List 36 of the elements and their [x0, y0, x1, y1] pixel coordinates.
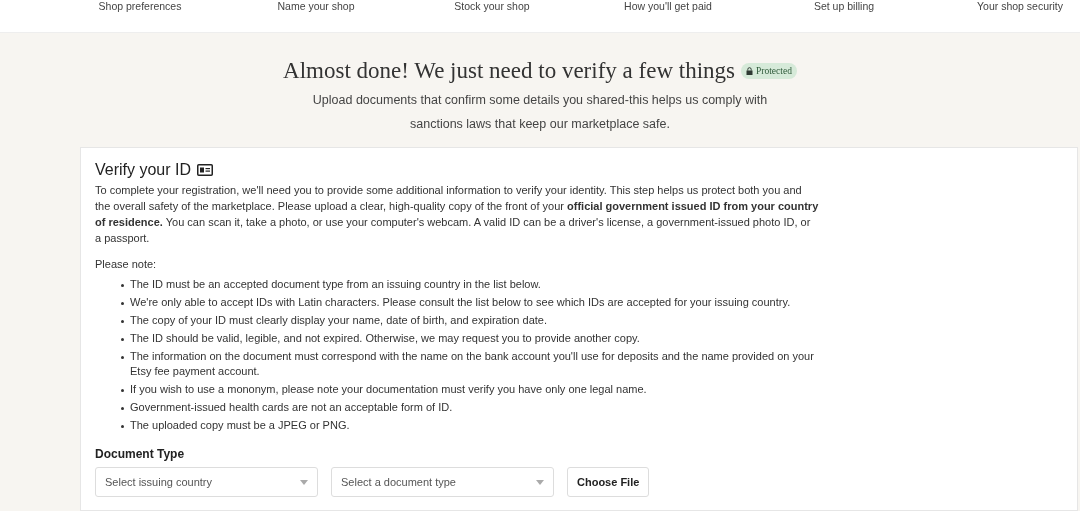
bullet-icon [121, 320, 124, 323]
bullet-icon [121, 302, 124, 305]
caret-icon [300, 479, 308, 485]
step-label: How you'll get paid [624, 0, 712, 14]
note-label: Please note: [95, 257, 158, 272]
choose-file-button[interactable]: Choose File [567, 467, 650, 497]
lock-icon [746, 67, 753, 75]
note-text: The ID should be valid, legible, and not expired. Otherwise, we may request you to provide another copy. [130, 331, 641, 346]
note-text: The uploaded copy must be a JPEG or PNG. [130, 418, 351, 433]
intro-paragraph: To complete your registration, we'll need you to provide some additional information to verify your identity. This step helps us protect both you and the overall safety of the marketplace. Please upload a clear, high-quality copy of the front of your official government issued ID from your country of residence. You can scan it, take a photo, or use your computer's webcam. A valid ID can be a driver's license, a government-issued photo ID, or a passport. [95, 183, 819, 246]
section-label: Document Type [95, 446, 186, 462]
bullet-icon [121, 356, 124, 359]
step-label: Name your shop [277, 0, 355, 14]
bullet-icon [121, 425, 124, 428]
step-label: Set up billing [813, 0, 875, 14]
note-text: The copy of your ID must clearly display your name, date of birth, and expiration date. [130, 313, 548, 328]
card-title: Verify your ID [95, 160, 192, 180]
note-text: The ID must be an accepted document type from an issuing country in the list below. [130, 277, 542, 292]
caret-icon [536, 479, 544, 485]
note-text: We're only able to accept IDs with Latin characters. Please consult the list below to see which IDs are accepted for your issuing country. [130, 295, 792, 310]
note-text: Government-issued health cards are not an acceptable form of ID. [130, 400, 454, 415]
step-label: Your shop security [977, 0, 1063, 14]
page-subtitle: Upload documents that confirm some details you shared-this helps us comply with sanctions laws that keep our marketplace safe. [311, 92, 769, 133]
note-text: If you wish to use a mononym, please note your documentation must verify you have only one legal name. [130, 382, 648, 397]
select-field[interactable]: Select a document type [331, 467, 554, 497]
step-label: Stock your shop [454, 0, 530, 14]
id-card-icon [197, 164, 214, 176]
page-title: Almost done! We just need to verify a few things [283, 57, 735, 85]
note-text: The information on the document must correspond with the name on the bank account you'll use for deposits and the name provided on your Etsy fee payment account. [130, 349, 815, 379]
bullet-icon [121, 338, 124, 341]
bullet-icon [121, 407, 124, 410]
select-field[interactable]: Select issuing country [95, 467, 318, 497]
step-label: Shop preferences [98, 0, 182, 14]
protected-badge: Protected [741, 62, 797, 80]
bullet-icon [121, 284, 124, 287]
bullet-icon [121, 389, 124, 392]
